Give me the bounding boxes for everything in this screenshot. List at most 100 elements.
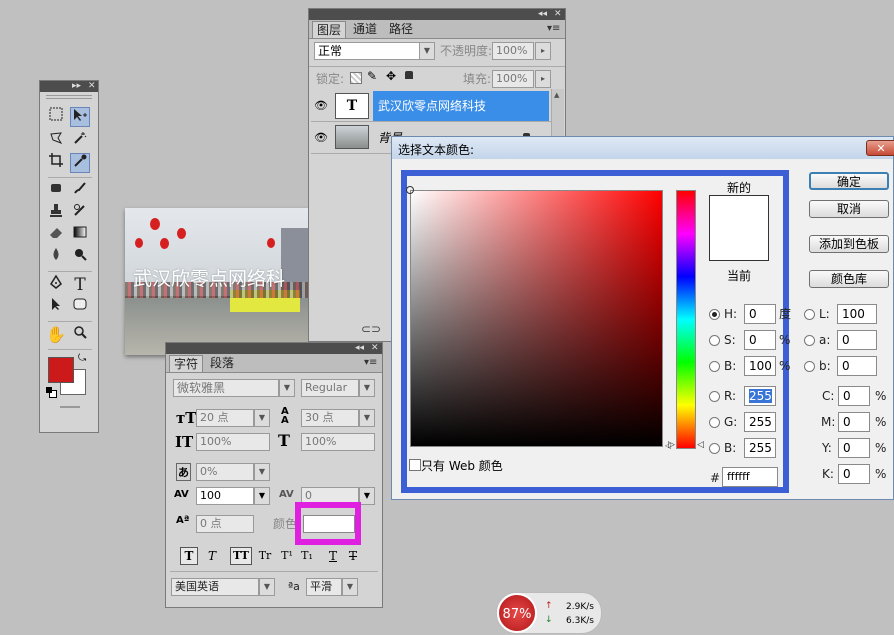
hue-slider[interactable] [676, 190, 696, 449]
all-caps-button[interactable]: TT [230, 547, 252, 565]
chevron-down-icon[interactable]: ▼ [279, 379, 295, 397]
chevron-down-icon[interactable]: ▼ [259, 578, 275, 596]
blend-mode-select[interactable]: 正常 [314, 42, 420, 60]
hue-radio[interactable] [709, 309, 720, 320]
hue-input[interactable]: 0 [744, 304, 776, 324]
close-icon[interactable]: ✕ [371, 342, 379, 354]
hue-slider-right-arrow-icon[interactable]: ◁ [697, 440, 704, 450]
foreground-color-swatch[interactable] [48, 357, 74, 383]
collapse-icon[interactable]: ▸▸ [72, 80, 81, 92]
type-tool-icon[interactable]: T [70, 275, 90, 295]
fill-input[interactable]: 100% [492, 70, 534, 88]
layers-panel-titlebar[interactable]: ◂◂ ✕ [309, 9, 565, 20]
lock-all-icon[interactable] [405, 71, 413, 79]
underline-button[interactable]: T [324, 547, 342, 565]
close-button[interactable]: ✕ [866, 140, 894, 156]
subscript-button[interactable]: T₁ [298, 547, 316, 565]
fill-arrow-icon[interactable]: ▸ [535, 70, 551, 88]
brush-tool-icon[interactable] [70, 181, 90, 201]
move-tool-icon[interactable] [70, 107, 90, 127]
chevron-down-icon[interactable]: ▼ [359, 487, 375, 505]
faux-bold-button[interactable]: T [180, 547, 198, 565]
leading-input[interactable]: 30 点 [301, 409, 359, 427]
collapse-icon[interactable]: ◂◂ [538, 8, 547, 20]
marquee-tool-icon[interactable] [46, 107, 66, 127]
hex-input[interactable]: ffffff [722, 467, 778, 487]
gradient-tool-icon[interactable] [70, 225, 90, 245]
chevron-down-icon[interactable]: ▼ [254, 487, 270, 505]
hue-slider-left-arrow-icon[interactable]: ▷ [668, 440, 675, 450]
tracking-input[interactable]: 100 [196, 487, 254, 505]
opacity-arrow-icon[interactable]: ▸ [535, 42, 551, 60]
link-layers-icon[interactable]: ⊂⊃ [361, 322, 381, 336]
tools-panel-titlebar[interactable]: ▸▸ ✕ [40, 81, 98, 92]
chevron-down-icon[interactable]: ▼ [254, 409, 270, 427]
shape-tool-icon[interactable] [70, 297, 90, 317]
eye-icon[interactable]: 👁 [314, 99, 328, 113]
color-field-cursor[interactable] [406, 186, 414, 194]
color-libraries-button[interactable]: 颜色库 [809, 270, 889, 288]
default-colors-icon[interactable] [46, 387, 57, 398]
superscript-button[interactable]: T¹ [278, 547, 296, 565]
lab-b-radio[interactable] [804, 361, 815, 372]
quick-mask-icon[interactable] [60, 406, 80, 408]
saturation-input[interactable]: 0 [744, 330, 776, 350]
layer-thumbnail[interactable]: T [335, 93, 369, 119]
clone-stamp-icon[interactable] [46, 203, 66, 223]
chevron-down-icon[interactable]: ▼ [359, 409, 375, 427]
font-size-input[interactable]: 20 点 [196, 409, 254, 427]
color-field[interactable] [410, 190, 663, 447]
brightness-radio[interactable] [709, 361, 720, 372]
tab-paths[interactable]: 路径 [385, 21, 417, 37]
healing-brush-icon[interactable] [46, 181, 66, 201]
eraser-tool-icon[interactable] [46, 225, 66, 245]
crop-tool-icon[interactable] [46, 153, 66, 173]
lock-transparency-icon[interactable] [350, 72, 362, 84]
lab-b-input[interactable]: 0 [837, 356, 877, 376]
network-widget[interactable]: 87% ↑ 2.9K/s ↓ 6.3K/s [496, 592, 602, 634]
brightness-input[interactable]: 100 [744, 356, 776, 376]
tab-paragraph[interactable]: 段落 [206, 355, 238, 371]
close-icon[interactable]: ✕ [88, 80, 96, 92]
dialog-titlebar[interactable]: 选择文本颜色: ✕ [392, 137, 894, 159]
tsume-input[interactable]: 0% [196, 463, 254, 481]
font-style-select[interactable]: Regular [301, 379, 359, 397]
collapse-icon[interactable]: ◂◂ [355, 342, 364, 354]
chevron-down-icon[interactable]: ▼ [254, 463, 270, 481]
blue-radio[interactable] [709, 443, 720, 454]
cancel-button[interactable]: 取消 [809, 200, 889, 218]
dodge-tool-icon[interactable] [70, 247, 90, 267]
lock-position-icon[interactable]: ✥ [386, 69, 396, 83]
history-brush-icon[interactable] [70, 203, 90, 223]
red-input[interactable]: 255 [744, 386, 776, 406]
cyan-input[interactable]: 0 [838, 386, 870, 406]
chevron-down-icon[interactable]: ▼ [342, 578, 358, 596]
small-caps-button[interactable]: Tr [256, 547, 274, 565]
eye-icon[interactable]: 👁 [314, 131, 328, 145]
add-to-swatches-button[interactable]: 添加到色板 [809, 235, 889, 253]
panel-menu-icon[interactable]: ▾≡ [364, 357, 377, 368]
chevron-down-icon[interactable]: ▼ [359, 379, 375, 397]
magenta-input[interactable]: 0 [838, 412, 870, 432]
layer-thumbnail[interactable] [335, 125, 369, 149]
close-icon[interactable]: ✕ [554, 8, 562, 20]
lock-pixels-icon[interactable]: ✎ [367, 69, 377, 83]
strikethrough-button[interactable]: T [344, 547, 362, 565]
tab-channels[interactable]: 通道 [349, 21, 381, 37]
lab-a-radio[interactable] [804, 335, 815, 346]
saturation-radio[interactable] [709, 335, 720, 346]
lab-a-input[interactable]: 0 [837, 330, 877, 350]
font-family-select[interactable]: 微软雅黑 [173, 379, 279, 397]
green-radio[interactable] [709, 417, 720, 428]
hand-tool-icon[interactable]: ✋ [46, 325, 66, 345]
language-select[interactable]: 美国英语 [171, 578, 259, 596]
black-input[interactable]: 0 [838, 464, 870, 484]
panel-menu-icon[interactable]: ▾≡ [547, 23, 560, 34]
zoom-tool-icon[interactable] [70, 325, 90, 345]
magic-wand-icon[interactable] [70, 131, 90, 151]
baseline-shift-input[interactable]: 0 点 [196, 515, 254, 533]
layer-name-selected[interactable]: 武汉欣零点网络科技 [373, 91, 549, 121]
tab-character[interactable]: 字符 [169, 355, 204, 372]
horizontal-scale-input[interactable]: 100% [301, 433, 375, 451]
document-canvas[interactable]: 武汉欣零点网络科 [125, 208, 311, 355]
